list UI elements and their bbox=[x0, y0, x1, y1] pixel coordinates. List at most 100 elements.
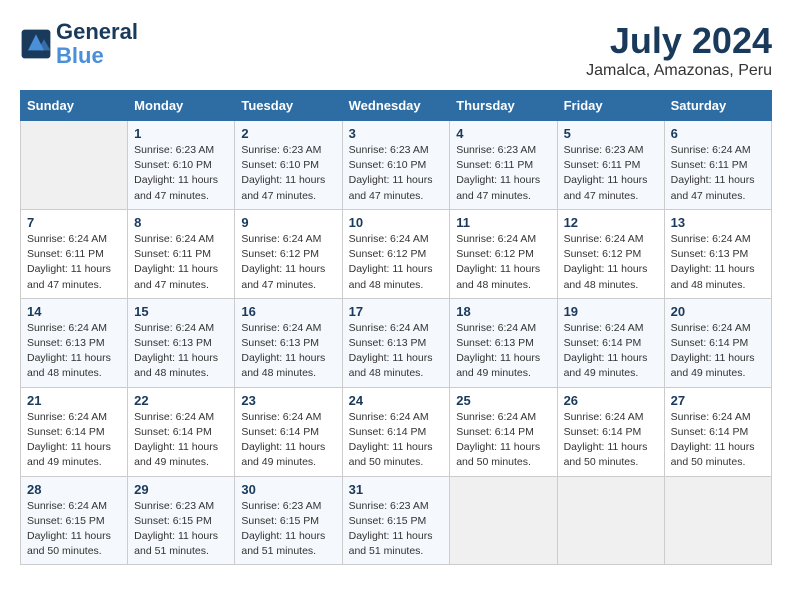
calendar-cell: 4Sunrise: 6:23 AMSunset: 6:11 PMDaylight… bbox=[450, 121, 557, 210]
day-number: 16 bbox=[241, 304, 335, 319]
day-number: 18 bbox=[456, 304, 550, 319]
calendar-cell: 11Sunrise: 6:24 AMSunset: 6:12 PMDayligh… bbox=[450, 209, 557, 298]
day-number: 15 bbox=[134, 304, 228, 319]
day-number: 21 bbox=[27, 393, 121, 408]
location-title: Jamalca, Amazonas, Peru bbox=[586, 62, 772, 80]
calendar-week-5: 28Sunrise: 6:24 AMSunset: 6:15 PMDayligh… bbox=[21, 476, 772, 565]
calendar-cell: 14 Sunrise: 6:24 AMSunset: 6:13 PMDayligh… bbox=[21, 298, 128, 387]
calendar-cell: 2 Sunrise: 6:23 AMSunset: 6:10 PMDaylight… bbox=[235, 121, 342, 210]
calendar-cell: 20 Sunrise: 6:24 AMSunset: 6:14 PMDayligh… bbox=[664, 298, 771, 387]
col-header-friday: Friday bbox=[557, 91, 664, 121]
day-number: 9 bbox=[241, 215, 335, 230]
calendar-cell: 9 Sunrise: 6:24 AMSunset: 6:12 PMDaylight… bbox=[235, 209, 342, 298]
col-header-thursday: Thursday bbox=[450, 91, 557, 121]
month-title: July 2024 bbox=[586, 20, 772, 62]
calendar-header-row: SundayMondayTuesdayWednesdayThursdayFrid… bbox=[21, 91, 772, 121]
day-number: 26 bbox=[564, 393, 658, 408]
day-number: 11 bbox=[456, 215, 550, 230]
title-block: July 2024 Jamalca, Amazonas, Peru bbox=[586, 20, 772, 80]
day-number: 4 bbox=[456, 126, 550, 141]
day-detail: Sunrise: 6:24 AMSunset: 6:14 PMDaylight:… bbox=[671, 321, 765, 382]
day-number: 5 bbox=[564, 126, 658, 141]
day-number: 6 bbox=[671, 126, 765, 141]
col-header-tuesday: Tuesday bbox=[235, 91, 342, 121]
day-detail: Sunrise: 6:23 AMSunset: 6:15 PMDaylight:… bbox=[134, 499, 228, 560]
day-number: 29 bbox=[134, 482, 228, 497]
calendar-cell: 12Sunrise: 6:24 AMSunset: 6:12 PMDayligh… bbox=[557, 209, 664, 298]
day-detail: Sunrise: 6:24 AMSunset: 6:14 PMDaylight:… bbox=[564, 321, 658, 382]
calendar-cell: 24 Sunrise: 6:24 AMSunset: 6:14 PMDayligh… bbox=[342, 387, 450, 476]
day-number: 22 bbox=[134, 393, 228, 408]
day-number: 24 bbox=[349, 393, 444, 408]
day-detail: Sunrise: 6:24 AMSunset: 6:12 PMDaylight:… bbox=[241, 232, 335, 293]
day-number: 3 bbox=[349, 126, 444, 141]
col-header-saturday: Saturday bbox=[664, 91, 771, 121]
day-detail: Sunrise: 6:24 AMSunset: 6:11 PMDaylight:… bbox=[27, 232, 121, 293]
calendar-cell: 8Sunrise: 6:24 AMSunset: 6:11 PMDaylight… bbox=[128, 209, 235, 298]
page-header: General Blue July 2024 Jamalca, Amazonas… bbox=[20, 20, 772, 80]
col-header-sunday: Sunday bbox=[21, 91, 128, 121]
calendar-cell: 7 Sunrise: 6:24 AMSunset: 6:11 PMDaylight… bbox=[21, 209, 128, 298]
calendar-cell: 26 Sunrise: 6:24 AMSunset: 6:14 PMDayligh… bbox=[557, 387, 664, 476]
calendar-table: SundayMondayTuesdayWednesdayThursdayFrid… bbox=[20, 90, 772, 565]
calendar-cell bbox=[664, 476, 771, 565]
logo-text: General Blue bbox=[56, 20, 138, 68]
day-detail: Sunrise: 6:24 AMSunset: 6:14 PMDaylight:… bbox=[349, 410, 444, 471]
calendar-cell: 1Sunrise: 6:23 AMSunset: 6:10 PMDaylight… bbox=[128, 121, 235, 210]
day-detail: Sunrise: 6:24 AMSunset: 6:13 PMDaylight:… bbox=[671, 232, 765, 293]
calendar-cell bbox=[450, 476, 557, 565]
calendar-cell: 23 Sunrise: 6:24 AMSunset: 6:14 PMDayligh… bbox=[235, 387, 342, 476]
calendar-week-3: 14 Sunrise: 6:24 AMSunset: 6:13 PMDayligh… bbox=[21, 298, 772, 387]
day-number: 1 bbox=[134, 126, 228, 141]
calendar-cell: 28Sunrise: 6:24 AMSunset: 6:15 PMDayligh… bbox=[21, 476, 128, 565]
day-detail: Sunrise: 6:24 AMSunset: 6:11 PMDaylight:… bbox=[671, 143, 765, 204]
calendar-cell bbox=[21, 121, 128, 210]
day-detail: Sunrise: 6:24 AMSunset: 6:14 PMDaylight:… bbox=[241, 410, 335, 471]
day-number: 31 bbox=[349, 482, 444, 497]
calendar-cell: 5 Sunrise: 6:23 AMSunset: 6:11 PMDaylight… bbox=[557, 121, 664, 210]
logo-icon bbox=[20, 28, 52, 60]
day-number: 14 bbox=[27, 304, 121, 319]
calendar-cell: 29 Sunrise: 6:23 AMSunset: 6:15 PMDayligh… bbox=[128, 476, 235, 565]
calendar-week-4: 21 Sunrise: 6:24 AMSunset: 6:14 PMDayligh… bbox=[21, 387, 772, 476]
day-detail: Sunrise: 6:24 AMSunset: 6:14 PMDaylight:… bbox=[456, 410, 550, 471]
day-detail: Sunrise: 6:24 AMSunset: 6:14 PMDaylight:… bbox=[671, 410, 765, 471]
day-detail: Sunrise: 6:24 AMSunset: 6:13 PMDaylight:… bbox=[27, 321, 121, 382]
day-detail: Sunrise: 6:24 AMSunset: 6:13 PMDaylight:… bbox=[456, 321, 550, 382]
day-number: 13 bbox=[671, 215, 765, 230]
day-number: 30 bbox=[241, 482, 335, 497]
day-number: 17 bbox=[349, 304, 444, 319]
day-detail: Sunrise: 6:24 AMSunset: 6:14 PMDaylight:… bbox=[564, 410, 658, 471]
day-number: 7 bbox=[27, 215, 121, 230]
calendar-cell: 6 Sunrise: 6:24 AMSunset: 6:11 PMDaylight… bbox=[664, 121, 771, 210]
calendar-cell: 10Sunrise: 6:24 AMSunset: 6:12 PMDayligh… bbox=[342, 209, 450, 298]
day-detail: Sunrise: 6:24 AMSunset: 6:13 PMDaylight:… bbox=[134, 321, 228, 382]
calendar-cell: 21Sunrise: 6:24 AMSunset: 6:14 PMDayligh… bbox=[21, 387, 128, 476]
day-number: 20 bbox=[671, 304, 765, 319]
day-number: 2 bbox=[241, 126, 335, 141]
calendar-cell: 31Sunrise: 6:23 AMSunset: 6:15 PMDayligh… bbox=[342, 476, 450, 565]
day-number: 25 bbox=[456, 393, 550, 408]
day-detail: Sunrise: 6:23 AMSunset: 6:10 PMDaylight:… bbox=[349, 143, 444, 204]
day-detail: Sunrise: 6:24 AMSunset: 6:14 PMDaylight:… bbox=[134, 410, 228, 471]
day-number: 23 bbox=[241, 393, 335, 408]
day-detail: Sunrise: 6:24 AMSunset: 6:13 PMDaylight:… bbox=[349, 321, 444, 382]
day-detail: Sunrise: 6:24 AMSunset: 6:13 PMDaylight:… bbox=[241, 321, 335, 382]
day-detail: Sunrise: 6:23 AMSunset: 6:10 PMDaylight:… bbox=[241, 143, 335, 204]
day-detail: Sunrise: 6:24 AMSunset: 6:11 PMDaylight:… bbox=[134, 232, 228, 293]
day-detail: Sunrise: 6:23 AMSunset: 6:11 PMDaylight:… bbox=[564, 143, 658, 204]
calendar-cell: 13 Sunrise: 6:24 AMSunset: 6:13 PMDayligh… bbox=[664, 209, 771, 298]
calendar-week-1: 1 Sunrise: 6:23 AMSunset: 6:10 PMDaylight… bbox=[21, 121, 772, 210]
calendar-cell: 16 Sunrise: 6:24 AMSunset: 6:13 PMDayligh… bbox=[235, 298, 342, 387]
logo: General Blue bbox=[20, 20, 138, 68]
day-number: 10 bbox=[349, 215, 444, 230]
calendar-cell: 3 Sunrise: 6:23 AMSunset: 6:10 PMDaylight… bbox=[342, 121, 450, 210]
calendar-cell: 25 Sunrise: 6:24 AMSunset: 6:14 PMDayligh… bbox=[450, 387, 557, 476]
calendar-cell: 27 Sunrise: 6:24 AMSunset: 6:14 PMDayligh… bbox=[664, 387, 771, 476]
day-number: 12 bbox=[564, 215, 658, 230]
calendar-cell bbox=[557, 476, 664, 565]
calendar-cell: 19Sunrise: 6:24 AMSunset: 6:14 PMDayligh… bbox=[557, 298, 664, 387]
calendar-cell: 18 Sunrise: 6:24 AMSunset: 6:13 PMDayligh… bbox=[450, 298, 557, 387]
day-number: 27 bbox=[671, 393, 765, 408]
day-number: 28 bbox=[27, 482, 121, 497]
